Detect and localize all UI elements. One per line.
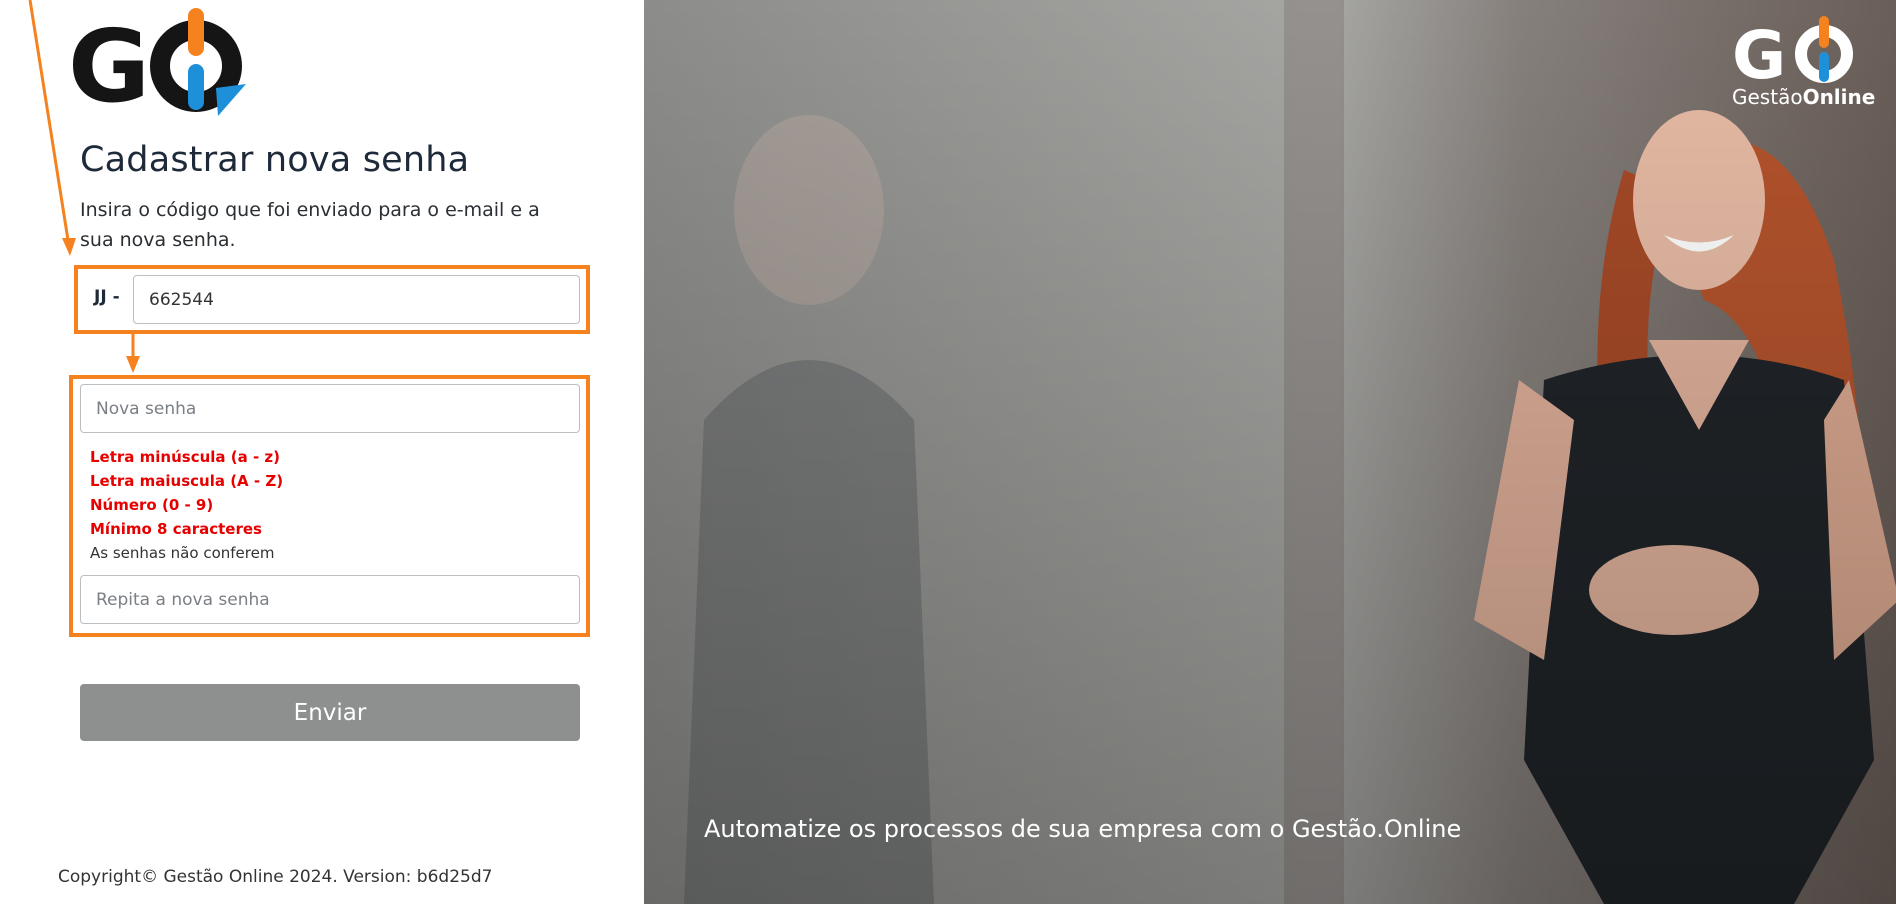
page-subtitle: Insira o código que foi enviado para o e… (80, 199, 540, 251)
password-rules-list: Letra minúscula (a - z) Letra maiuscula … (90, 445, 283, 565)
rule-number: Número (0 - 9) (90, 496, 214, 514)
code-prefix: JJ - (94, 287, 120, 307)
brand-name: GestãoOnline (1732, 85, 1875, 109)
page-title: Cadastrar nova senha (80, 140, 470, 180)
hero-caption: Automatize os processos de sua empresa c… (704, 815, 1462, 843)
hero-panel: G GestãoOnline Automatize os processos d… (644, 0, 1896, 904)
rule-lowercase: Letra minúscula (a - z) (90, 448, 280, 466)
verification-code-input[interactable] (133, 275, 580, 324)
new-password-input[interactable] (80, 384, 580, 433)
rule-uppercase: Letra maiuscula (A - Z) (90, 472, 284, 490)
password-mismatch-message: As senhas não conferem (90, 544, 275, 562)
submit-button[interactable]: Enviar (80, 684, 580, 741)
hero-photo (644, 0, 1896, 904)
login-panel: G Cadastrar nova senha Insira o código q… (0, 0, 644, 904)
svg-text:G: G (68, 8, 150, 118)
svg-text:G: G (1732, 17, 1786, 94)
gestao-online-logo: G (68, 8, 246, 118)
brand-name-bold: Online (1802, 85, 1876, 109)
brand-name-light: Gestão (1732, 85, 1803, 109)
copyright-text: Copyright© Gestão Online 2024. Version: … (58, 867, 493, 887)
repeat-password-input[interactable] (80, 575, 580, 624)
rule-min-length: Mínimo 8 caracteres (90, 520, 262, 538)
